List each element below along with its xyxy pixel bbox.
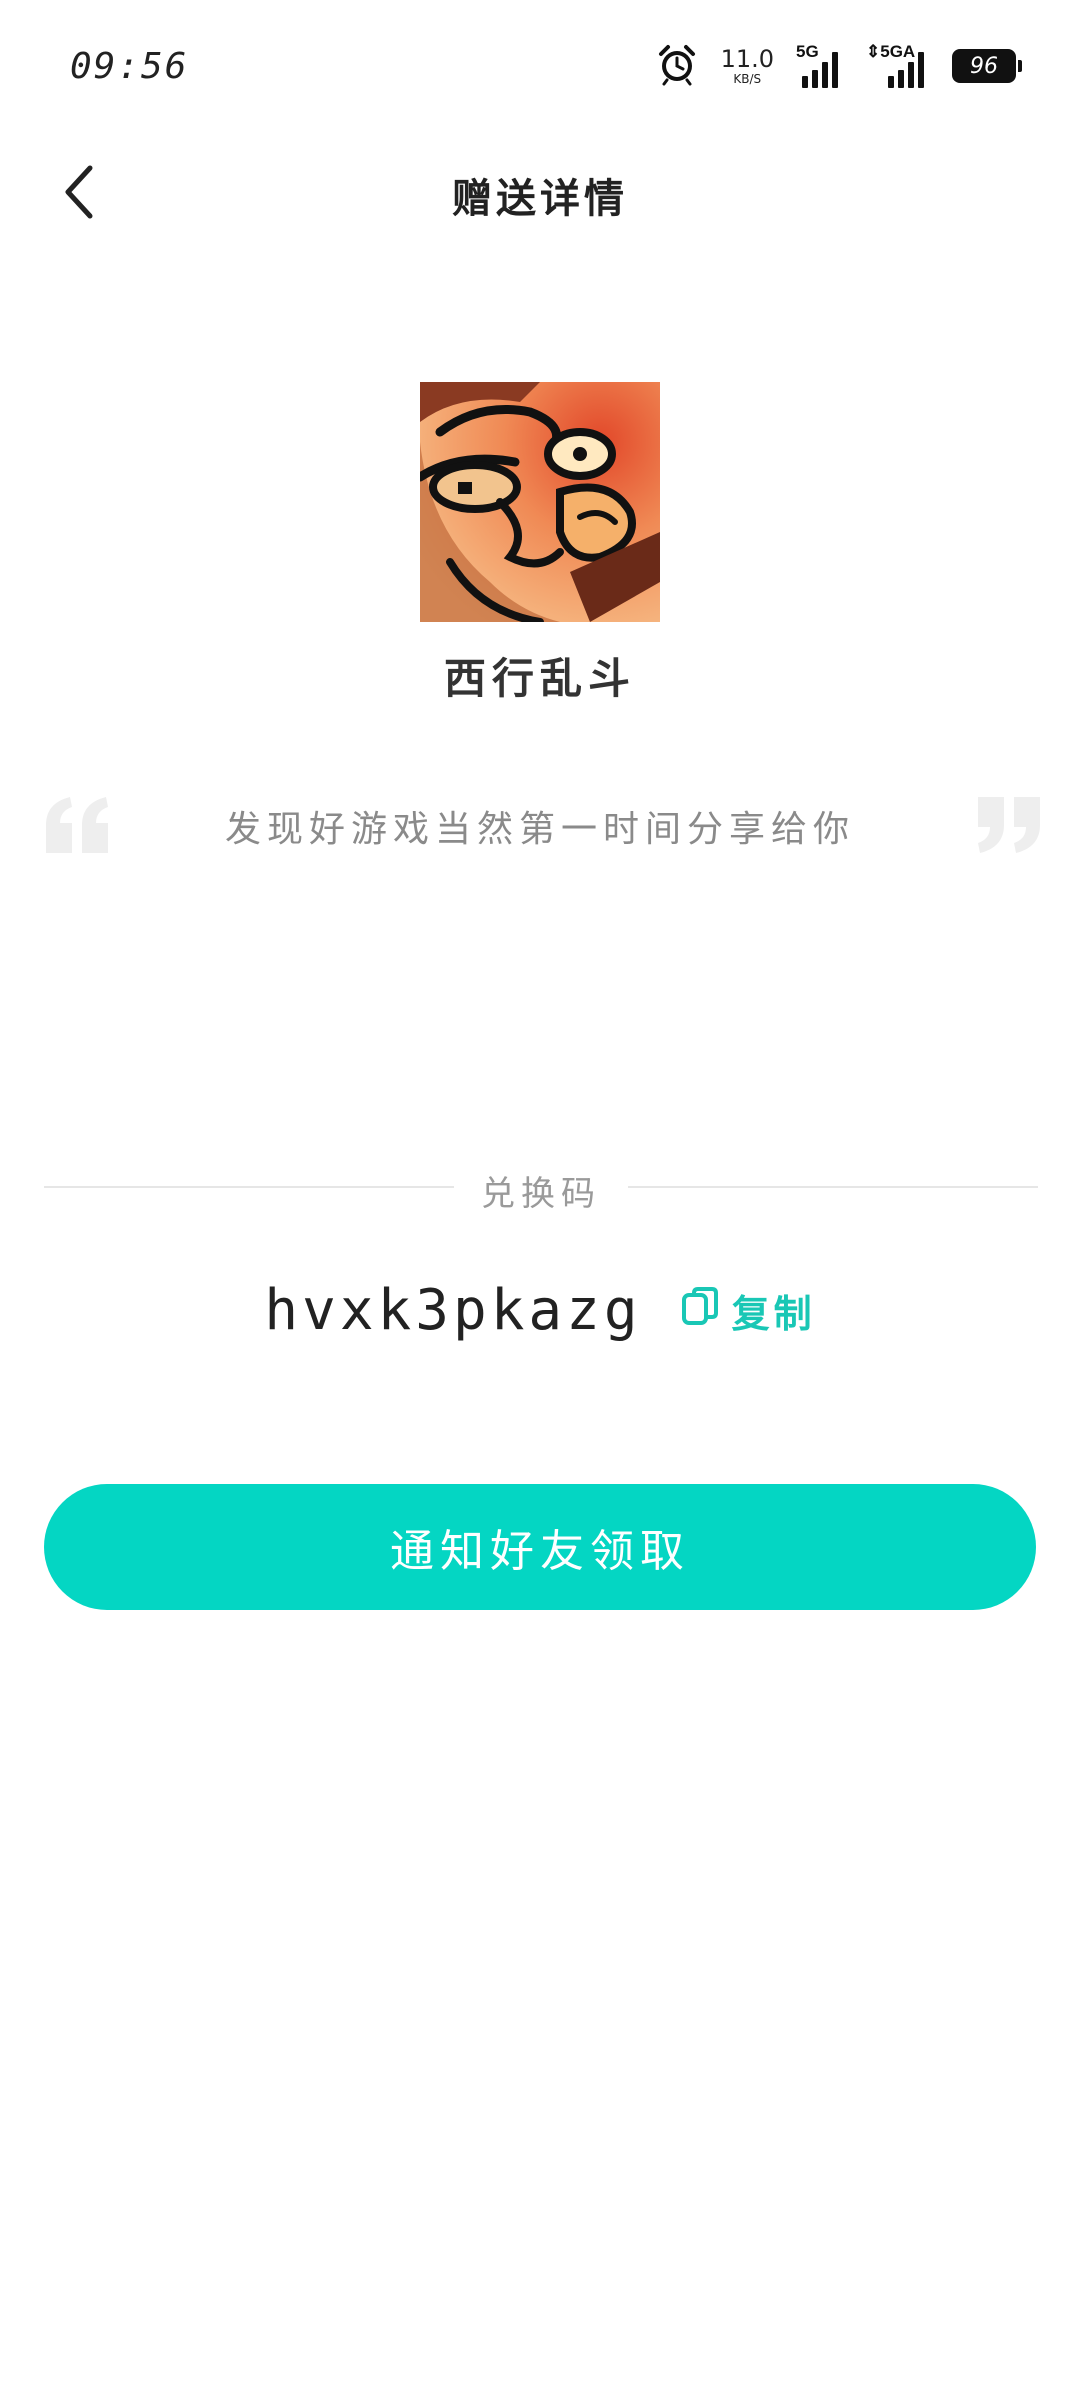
battery-icon: 96 — [952, 49, 1022, 83]
signal-5ga-label: ⇕5GA — [866, 42, 916, 61]
signal-5g-icon: 5G — [796, 42, 844, 88]
signal-5ga-icon: ⇕5GA — [866, 42, 930, 88]
network-speed-value: 11.0 — [720, 45, 774, 73]
game-icon-image — [420, 382, 660, 622]
game-name: 西行乱斗 — [443, 654, 636, 703]
signal-5g-label: 5G — [796, 42, 819, 61]
divider-left — [44, 1186, 454, 1188]
page-title: 赠送详情 — [452, 176, 628, 222]
redeem-code: hvxk3pkazg — [264, 1277, 642, 1343]
battery-level: 96 — [970, 53, 998, 79]
alarm-icon — [655, 42, 699, 90]
copy-label: 复制 — [731, 1291, 816, 1336]
network-speed-unit: KB/S — [733, 72, 762, 86]
divider-right — [628, 1186, 1038, 1188]
status-bar: 09:56 11.0 KB/S 5G ⇕5GA 96 — [0, 0, 1080, 136]
network-speed: 11.0 KB/S — [721, 47, 774, 85]
quote-close-icon — [974, 795, 1044, 855]
copy-button[interactable]: 复制 — [680, 1283, 816, 1338]
status-time: 09:56 — [70, 46, 189, 87]
header: 赠送详情 — [0, 136, 1080, 246]
copy-icon — [680, 1285, 720, 1336]
status-icons: 11.0 KB/S 5G ⇕5GA 96 — [655, 40, 1022, 92]
code-label: 兑换码 — [481, 1174, 601, 1214]
notify-friend-button[interactable]: 通知好友领取 — [44, 1484, 1036, 1610]
quote-text: 发现好游戏当然第一时间分享给你 — [224, 809, 855, 850]
code-row: hvxk3pkazg 复制 — [0, 1270, 1080, 1350]
